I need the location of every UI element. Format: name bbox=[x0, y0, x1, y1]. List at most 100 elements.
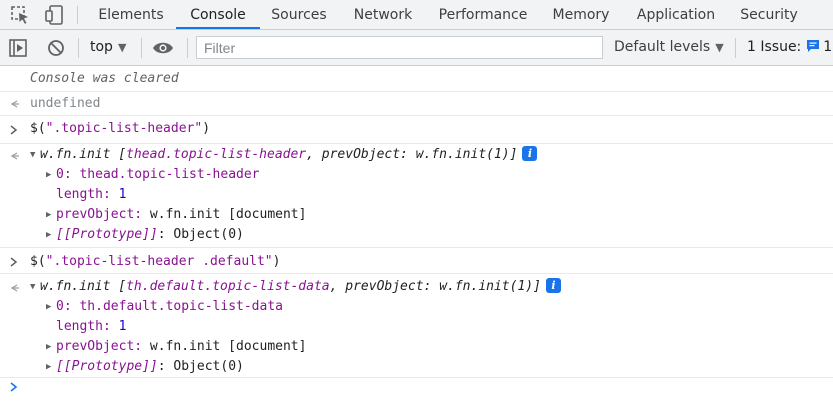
command-argument: ".topic-list-header .default" bbox=[45, 254, 273, 269]
prototype-key: [[Prototype]] bbox=[56, 359, 158, 374]
summary-bracket: ] bbox=[533, 279, 541, 294]
summary-bracket: [ bbox=[118, 147, 127, 162]
tab-performance[interactable]: Performance bbox=[428, 0, 538, 30]
summary-bracket: ] bbox=[509, 147, 518, 162]
property-key: length: bbox=[56, 319, 111, 334]
collapsed-triangle-icon: ▶ bbox=[46, 362, 52, 372]
tab-network[interactable]: Network bbox=[342, 0, 424, 30]
property-key: 0: bbox=[56, 299, 72, 314]
issues-counter[interactable]: 1 Issue: 1 bbox=[747, 39, 832, 57]
tab-sources[interactable]: Sources bbox=[262, 0, 336, 30]
inspect-element-icon[interactable] bbox=[10, 5, 32, 25]
tab-security[interactable]: Security bbox=[732, 0, 806, 30]
summary-separator: , prevObject: bbox=[329, 279, 440, 294]
result-arrow-icon bbox=[8, 150, 20, 162]
command-prefix: $( bbox=[30, 121, 46, 136]
property-value: 1 bbox=[110, 187, 127, 202]
tab-memory[interactable]: Memory bbox=[544, 0, 618, 30]
property-row[interactable]: ▶ prevObject: w.fn.init [document] bbox=[46, 337, 306, 357]
command-chevron-icon bbox=[8, 256, 20, 268]
property-value: 1 bbox=[110, 319, 127, 334]
show-sidebar-icon[interactable] bbox=[8, 38, 30, 58]
active-tab-indicator bbox=[176, 27, 260, 29]
summary-item: th.default.topic-list-data bbox=[126, 279, 330, 294]
summary-prev-object: w.fn.init(1) bbox=[439, 279, 534, 294]
command-argument: ".topic-list-header" bbox=[45, 121, 203, 136]
prototype-key: [[Prototype]] bbox=[56, 227, 158, 242]
chevron-down-icon: ▼ bbox=[715, 41, 724, 54]
device-toolbar-icon[interactable] bbox=[44, 5, 66, 25]
property-value: : Object(0) bbox=[157, 359, 244, 374]
clear-console-icon[interactable] bbox=[46, 38, 68, 58]
summary-object: w.fn.init bbox=[40, 279, 119, 294]
toolbar-divider bbox=[735, 38, 736, 58]
collapsed-triangle-icon: ▶ bbox=[46, 342, 52, 352]
property-row[interactable]: ▶ 0: th.default.topic-list-data bbox=[46, 297, 283, 317]
property-key: prevObject: bbox=[56, 339, 143, 354]
issues-count: 1 bbox=[823, 39, 833, 55]
console-result: ▼ w.fn.init [thead.topic-list-header, pre… bbox=[0, 144, 833, 248]
collapsed-triangle-icon: ▶ bbox=[46, 210, 52, 220]
property-value: thead.topic-list-header bbox=[71, 167, 260, 182]
log-levels-dropdown[interactable]: Default levels ▼ bbox=[614, 39, 724, 55]
chevron-down-icon: ▼ bbox=[117, 41, 127, 54]
undefined-result: undefined bbox=[30, 96, 101, 111]
result-arrow-icon bbox=[8, 282, 20, 294]
command-suffix: ) bbox=[272, 254, 281, 269]
property-key: prevObject: bbox=[56, 207, 143, 222]
property-row[interactable]: ▶ [[Prototype]]: Object(0) bbox=[46, 357, 244, 377]
console-message: Console was cleared bbox=[0, 66, 833, 92]
property-row[interactable]: ▶ [[Prototype]]: Object(0) bbox=[46, 225, 244, 245]
log-levels-label: Default levels bbox=[614, 39, 711, 55]
toolbar-divider bbox=[78, 38, 79, 58]
property-value: w.fn.init [document] bbox=[142, 339, 307, 354]
property-row: length: 1 bbox=[56, 185, 126, 205]
console-message: undefined bbox=[0, 92, 833, 116]
command-chevron-icon bbox=[8, 124, 20, 136]
toolbar-divider bbox=[187, 38, 188, 58]
property-value: w.fn.init [document] bbox=[142, 207, 307, 222]
live-expression-eye-icon[interactable] bbox=[152, 39, 174, 59]
summary-item: thead.topic-list-header bbox=[126, 147, 307, 162]
object-summary[interactable]: ▼ w.fn.init [thead.topic-list-header, pre… bbox=[30, 145, 538, 165]
info-icon[interactable]: i bbox=[545, 278, 561, 293]
console-command: $(".topic-list-header .default") bbox=[0, 248, 833, 274]
collapsed-triangle-icon: ▶ bbox=[46, 230, 52, 240]
command-text[interactable]: $(".topic-list-header .default") bbox=[30, 252, 280, 272]
property-row: length: 1 bbox=[56, 317, 126, 337]
tab-application[interactable]: Application bbox=[626, 0, 726, 30]
property-key: 0: bbox=[56, 167, 72, 182]
property-value: th.default.topic-list-data bbox=[71, 299, 283, 314]
console-prompt-chevron-icon[interactable] bbox=[8, 381, 20, 397]
console-command: $(".topic-list-header") bbox=[0, 116, 833, 144]
toolbar-divider bbox=[141, 38, 142, 58]
summary-separator: , prevObject: bbox=[306, 147, 416, 162]
collapsed-triangle-icon: ▶ bbox=[46, 170, 52, 180]
command-suffix: ) bbox=[202, 121, 211, 136]
context-selector[interactable]: top ▼ bbox=[90, 39, 126, 55]
property-value: : Object(0) bbox=[157, 227, 244, 242]
filter-input[interactable] bbox=[196, 36, 603, 59]
console-cleared-text: Console was cleared bbox=[30, 71, 179, 86]
property-key: length: bbox=[56, 187, 111, 202]
info-icon[interactable]: i bbox=[522, 146, 538, 161]
context-selector-label: top bbox=[90, 39, 113, 55]
expanded-triangle-icon: ▼ bbox=[30, 282, 36, 292]
result-arrow-icon bbox=[8, 98, 20, 110]
devtools-tab-bar: Elements Console Sources Network Perform… bbox=[0, 0, 833, 30]
property-row[interactable]: ▶ prevObject: w.fn.init [document] bbox=[46, 205, 306, 225]
message-icon bbox=[806, 39, 820, 57]
command-prefix: $( bbox=[30, 254, 46, 269]
object-summary[interactable]: ▼ w.fn.init [th.default.topic-list-data, … bbox=[30, 277, 561, 297]
console-toolbar: top ▼ Default levels ▼ 1 Issue: 1 bbox=[0, 30, 833, 66]
summary-bracket: [ bbox=[118, 279, 127, 294]
collapsed-triangle-icon: ▶ bbox=[46, 302, 52, 312]
property-row[interactable]: ▶ 0: thead.topic-list-header bbox=[46, 165, 260, 185]
tab-console[interactable]: Console bbox=[176, 0, 260, 30]
issues-label: 1 Issue: bbox=[747, 39, 802, 55]
command-text[interactable]: $(".topic-list-header") bbox=[30, 119, 210, 139]
tab-elements[interactable]: Elements bbox=[90, 0, 172, 30]
summary-prev-object: w.fn.init(1) bbox=[415, 147, 510, 162]
expanded-triangle-icon: ▼ bbox=[30, 150, 36, 160]
summary-object: w.fn.init bbox=[40, 147, 119, 162]
